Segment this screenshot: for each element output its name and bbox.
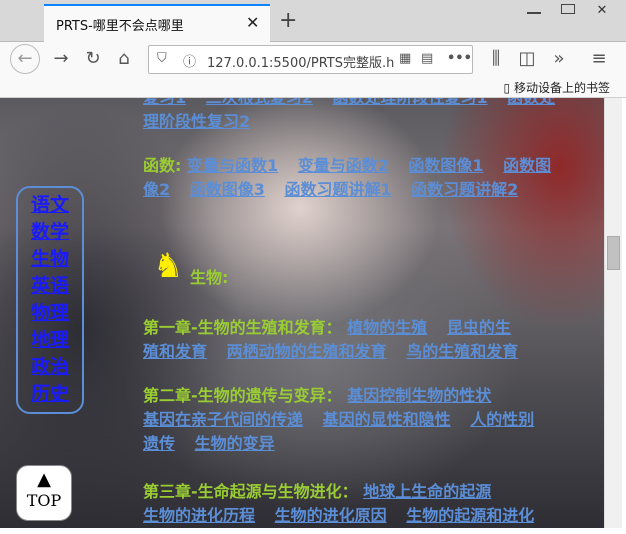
top-links-row-2: 理阶段性复习2 [143,110,264,134]
link[interactable]: 鸟的生殖和发育 [406,342,518,361]
home-button[interactable]: ⌂ [111,46,137,72]
link[interactable]: 殖和发育 [143,342,207,361]
link[interactable]: 昆虫的生 [447,318,511,337]
shield-icon[interactable]: ⛉ [157,51,167,66]
chapter-3-row-1: 第三章-生命起源与生物进化： 地球上生命的起源 [143,480,505,504]
close-window-button[interactable]: ✕ [584,2,620,22]
subject-link-physics[interactable]: 物理 [18,300,82,327]
top-links-row-1: 复习1 二次根式复习2 函数处理阶段性复习1 函数处 [143,98,569,110]
up-arrow-icon: ▲ [37,469,51,490]
overflow-button[interactable]: » [546,46,572,72]
reload-button[interactable]: ↻ [80,46,106,72]
chess-knight-icon: ♞ [153,246,184,286]
link[interactable]: 变量与函数2 [298,156,389,175]
scrollbar-thumb[interactable] [607,236,620,270]
restore-icon [561,4,575,14]
subject-link-politics[interactable]: 政治 [18,354,82,381]
close-window-icon: ✕ [596,3,608,18]
chapter-2-row-2: 基因在亲子代间的传递 基因的显性和隐性 人的性别 [143,408,548,432]
link[interactable]: 复习1 [143,98,186,107]
mobile-bookmarks-label: 移动设备上的书签 [513,81,610,95]
chapter-2-row-3: 遗传 生物的变异 [143,432,289,456]
scrollbar[interactable] [604,98,622,528]
chapter-2-row-1: 第二章-生物的遗传与变异： 基因控制生物的性状 [143,384,505,408]
tab-bar: PRTS-哪里不会点哪里 ✕ + ✕ [0,0,626,42]
link[interactable]: 植物的生殖 [347,318,427,337]
hamburger-icon: ≡ [591,48,607,69]
back-button[interactable]: ← [10,44,40,74]
subject-link-geography[interactable]: 地理 [18,327,82,354]
link[interactable]: 基因控制生物的性状 [347,386,491,405]
info-icon[interactable]: ⓘ [183,51,196,70]
mobile-bookmarks[interactable]: ▯ 移动设备上的书签 [504,79,610,96]
chapter-1-row-1: 第一章-生物的生殖和发育： 植物的生殖 昆虫的生 [143,316,525,340]
page-viewport: 复习1 二次根式复习2 函数处理阶段性复习1 函数处 理阶段性复习2 函数: 变… [0,98,604,528]
link[interactable]: 函数处理阶段性复习1 [332,98,487,107]
link[interactable]: 函数习题讲解1 [284,180,391,199]
browser-tab[interactable]: PRTS-哪里不会点哪里 ✕ [44,4,270,42]
link[interactable]: 理阶段性复习2 [143,112,250,131]
link[interactable]: 地球上生命的起源 [363,482,491,501]
subject-nav: 语文 数学 生物 英语 物理 地理 政治 历史 [16,186,84,414]
maximize-button[interactable] [550,2,586,22]
arrow-left-icon: ← [17,48,33,69]
link[interactable]: 生物的进化历程 [143,506,255,525]
reload-icon: ↻ [85,48,101,69]
subject-link-math[interactable]: 数学 [18,219,82,246]
link[interactable]: 函数图像1 [408,156,483,175]
double-chevron-icon: » [553,48,565,69]
new-tab-button[interactable]: + [279,8,297,33]
sidebar-button[interactable]: ◫ [514,46,540,72]
link[interactable]: 两栖动物的生殖和发育 [227,342,387,361]
math-functions-row-2: 像2 函数图像3 函数习题讲解1 函数习题讲解2 [143,178,532,202]
link[interactable]: 变量与函数1 [187,156,278,175]
home-icon: ⌂ [118,48,130,69]
subject-link-biology[interactable]: 生物 [18,246,82,273]
chapter-label: 第二章-生物的遗传与变异： [143,386,342,405]
subject-link-history[interactable]: 历史 [18,381,82,408]
section-label: 函数: [143,156,182,175]
chapter-3-row-2: 生物的进化历程 生物的进化原因 生物的起源和进化 [143,504,548,528]
tab-close-icon[interactable]: ✕ [246,13,259,32]
back-to-top-button[interactable]: ▲ TOP [16,465,72,521]
chapter-label: 第三章-生命起源与生物进化： [143,482,358,501]
link[interactable]: 像2 [143,180,170,199]
library-button[interactable]: ⫼ [483,46,509,72]
link[interactable]: 遗传 [143,434,175,453]
nav-toolbar: ← → ↻ ⌂ ⛉ ⓘ 127.0.0.1:5500/PRTS完整版.h ▦ ▤… [0,42,626,76]
link[interactable]: 基因的显性和隐性 [323,410,451,429]
link[interactable]: 函数图像3 [190,180,265,199]
sidebar-icon: ◫ [518,48,536,69]
link[interactable]: 生物的起源和进化 [406,506,534,525]
reader-view-icon[interactable]: ▤ [421,51,433,66]
phone-icon: ▯ [503,81,511,95]
chapter-label: 第一章-生物的生殖和发育： [143,318,342,337]
subject-link-english[interactable]: 英语 [18,273,82,300]
arrow-right-icon: → [53,48,69,69]
link[interactable]: 二次根式复习2 [206,98,313,107]
bookmarks-bar: ▯ 移动设备上的书签 [0,76,626,98]
url-bar[interactable]: ⛉ ⓘ 127.0.0.1:5500/PRTS完整版.h ▦ ▤ ••• [148,45,473,74]
url-text[interactable]: 127.0.0.1:5500/PRTS完整版.h [207,52,397,71]
subject-link-chinese[interactable]: 语文 [18,192,82,219]
chapter-1-row-2: 殖和发育 两栖动物的生殖和发育 鸟的生殖和发育 [143,340,532,364]
minimize-icon [527,5,541,14]
link[interactable]: 函数习题讲解2 [411,180,518,199]
tab-title: PRTS-哪里不会点哪里 [56,19,184,34]
link[interactable]: 函数图 [503,156,551,175]
more-actions-icon[interactable]: ••• [447,51,472,66]
link[interactable]: 人的性别 [470,410,534,429]
library-icon: ⫼ [491,48,501,69]
menu-button[interactable]: ≡ [586,46,612,72]
link[interactable]: 基因在亲子代间的传递 [143,410,303,429]
link[interactable]: 函数处 [507,98,555,107]
link[interactable]: 生物的进化原因 [275,506,387,525]
forward-button[interactable]: → [48,46,74,72]
section-title: 生物: [190,268,229,287]
qr-code-icon[interactable]: ▦ [399,51,411,66]
link[interactable]: 生物的变异 [195,434,275,453]
math-functions-row-1: 函数: 变量与函数1 变量与函数2 函数图像1 函数图 [143,154,565,178]
minimize-button[interactable] [516,2,552,22]
top-label: TOP [26,491,62,510]
